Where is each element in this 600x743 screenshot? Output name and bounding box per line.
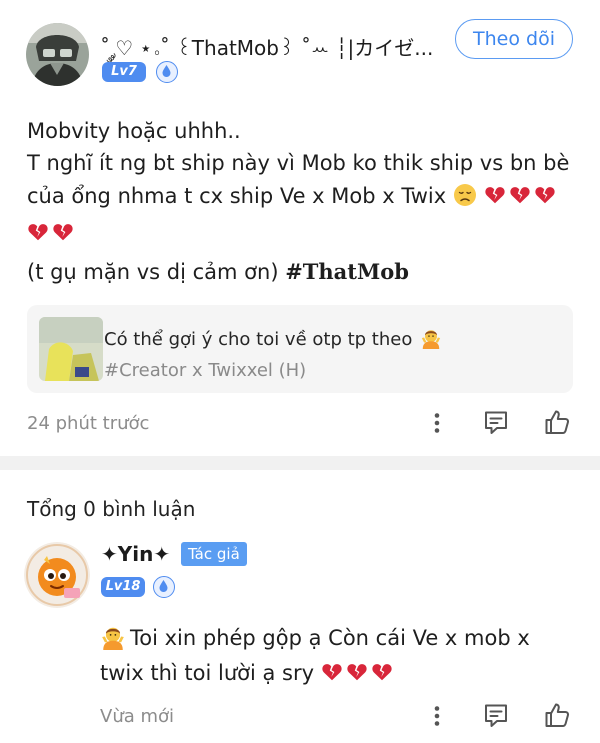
- comment-icon[interactable]: [482, 409, 510, 437]
- broken-heart-emoji: [52, 221, 74, 243]
- thumbs-up-icon[interactable]: [543, 408, 571, 436]
- thumbs-up-icon[interactable]: [543, 701, 571, 729]
- comment-text-line-1-text: Toi xin phép gộp ạ Còn cái Ve x mob x: [130, 626, 530, 650]
- comment-author-name[interactable]: ✦Yin✦: [101, 542, 170, 566]
- sad-face-emoji: [453, 184, 476, 206]
- post-timestamp: 24 phút trước: [27, 413, 150, 434]
- post-body-line-5-text: (t gụ mặn vs dị cảm ơn): [27, 260, 286, 284]
- section-divider: [0, 456, 600, 470]
- comment-author-avatar[interactable]: [24, 542, 90, 608]
- person-gesture-emoji: [420, 327, 442, 349]
- comments-count-header: Tổng 0 bình luận: [27, 497, 196, 521]
- avatar-image-icon: [24, 542, 90, 608]
- post-body-line-5: (t gụ mặn vs dị cảm ơn) #ThatMob: [27, 253, 409, 291]
- referenced-post-title-text: Có thể gợi ý cho toi về otp tp theo: [104, 329, 413, 350]
- comment-text-line-2-text: twix thì toi lười ạ sry: [100, 661, 315, 685]
- follow-button[interactable]: Theo dõi: [455, 19, 573, 59]
- broken-heart-emoji: [346, 661, 368, 683]
- post-body-line-4: [27, 215, 77, 252]
- broken-heart-emoji: [371, 661, 393, 683]
- post-body-line-3: của ổng nhma t cx ship Ve x Mob x Twix: [27, 178, 559, 215]
- post-author-name[interactable]: ˚ ༘♡ ⋆｡˚ ꒰ThatMob꒱ ˚ꕀ ┆|カイゼ...: [100, 26, 435, 82]
- more-vertical-icon[interactable]: [425, 411, 449, 435]
- referenced-post-thumbnail: [39, 317, 103, 381]
- more-vertical-icon[interactable]: [425, 704, 449, 728]
- broken-heart-emoji: [321, 661, 343, 683]
- post-author-level-badge: Lv7: [102, 62, 146, 82]
- broken-heart-emoji: [534, 184, 556, 206]
- comment-text-line-1: Toi xin phép gộp ạ Còn cái Ve x mob x: [100, 620, 530, 656]
- post-body-line-2: T nghĩ ít ng bt ship này vì Mob ko thik …: [27, 151, 570, 175]
- author-tag-badge: Tác giả: [181, 542, 247, 566]
- broken-heart-emoji: [484, 184, 506, 206]
- post-author-avatar[interactable]: [26, 23, 89, 86]
- broken-heart-emoji: [27, 221, 49, 243]
- avatar-image-icon: [26, 23, 89, 86]
- comment-text-line-2: twix thì toi lười ạ sry: [100, 655, 396, 691]
- hashtag-link[interactable]: #ThatMob: [285, 259, 409, 284]
- verified-drop-icon: [153, 576, 175, 598]
- referenced-post-title: Có thể gợi ý cho toi về otp tp theo: [104, 327, 442, 350]
- post-body-line-3-text: của ổng nhma t cx ship Ve x Mob x Twix: [27, 184, 447, 208]
- comment-author-level-badge: Lv18: [101, 577, 145, 597]
- thumbnail-image-icon: [39, 317, 103, 381]
- broken-heart-emoji: [509, 184, 531, 206]
- comment-timestamp: Vừa mới: [100, 706, 175, 727]
- referenced-post-tags: #Creator x Twixxel (H): [104, 360, 307, 381]
- person-gesture-emoji: [100, 624, 126, 650]
- referenced-post-card[interactable]: Có thể gợi ý cho toi về otp tp theo #Cre…: [27, 305, 573, 393]
- comment-icon[interactable]: [482, 702, 510, 730]
- verified-drop-icon: [156, 61, 178, 83]
